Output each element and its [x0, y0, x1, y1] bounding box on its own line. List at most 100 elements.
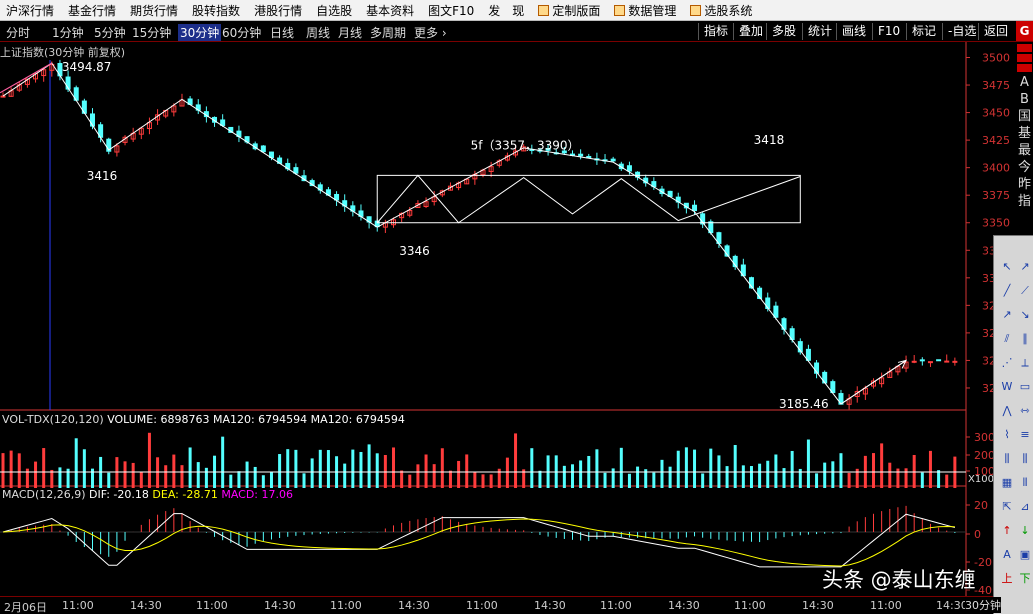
info-tab[interactable]: 今 — [1016, 159, 1033, 176]
candle-body — [944, 360, 950, 363]
volume-indicator-name: VOL-TDX(120,120) — [2, 413, 104, 426]
grid-icon[interactable]: ▦ — [998, 474, 1016, 492]
info-tab[interactable]: 基 — [1016, 125, 1033, 142]
volume-bar — [880, 443, 884, 488]
color-marker-icon — [1017, 54, 1032, 62]
volume-bar — [847, 472, 851, 488]
ray-icon[interactable]: ↗ — [1016, 258, 1033, 276]
candle-body — [89, 113, 95, 127]
volume-bar — [514, 433, 518, 488]
up-label-icon[interactable]: 上 — [998, 570, 1016, 588]
line-icon[interactable]: ╱ — [998, 282, 1016, 300]
down-label-icon[interactable]: 下 — [1016, 570, 1033, 588]
price-tick-label: 3400 — [982, 162, 1010, 175]
candle-body — [260, 145, 266, 153]
candle-body — [0, 95, 6, 98]
volume-bar — [1, 453, 5, 488]
volume-bar — [530, 448, 534, 488]
info-tab[interactable]: 昨 — [1016, 176, 1033, 193]
info-tab[interactable]: A — [1016, 74, 1033, 91]
volume-bar — [245, 461, 249, 488]
volume-bar — [107, 472, 111, 488]
curve-icon[interactable]: ⌇ — [998, 426, 1016, 444]
volume-bar — [619, 447, 623, 488]
volume-bar — [684, 447, 688, 488]
extend-icon[interactable]: ⇱ — [998, 498, 1016, 516]
volume-bar — [204, 467, 208, 488]
drawing-toolbox: ↖ ↗ ╱ ⟋ ↗ ↘ ⫽ ∥ ⋰ ⟂ W ▭ ⋀ ⇿ ⌇ ≡ ⫼ ⫼ ▦ ⫴ ⇱ ⊿ ↑ ↓ A ▣ 上下 — [993, 235, 1033, 614]
price-tick-label: 3450 — [982, 107, 1010, 120]
cursor-icon[interactable]: ↖ — [998, 258, 1016, 276]
macd-dea: DEA: -28.71 — [152, 488, 218, 501]
high-price-label: 3494.87 — [62, 60, 112, 74]
volume-bar — [237, 471, 241, 488]
box-icon[interactable]: ▣ — [1016, 546, 1033, 564]
volume-bar — [392, 447, 396, 488]
volume-bar — [375, 453, 379, 488]
text-icon[interactable]: A — [998, 546, 1016, 564]
volume-bar — [253, 466, 257, 488]
volume-bar — [58, 467, 62, 488]
trend-arrow-line — [840, 360, 907, 405]
peak-icon[interactable]: ⋀ — [998, 402, 1016, 420]
volume-bar — [139, 471, 143, 488]
volume-bar — [318, 449, 322, 488]
triangle-icon[interactable]: ⊿ — [1016, 498, 1033, 516]
volume-bar — [562, 465, 566, 488]
volume-bar — [603, 472, 607, 488]
volume-bar — [928, 450, 932, 488]
time-axis-label: 14:30 — [668, 599, 700, 612]
parallel-icon[interactable]: ∥ — [1016, 330, 1033, 348]
volume-ma2: MA120: 6794594 — [310, 413, 405, 426]
volume-bar — [261, 475, 265, 488]
volume-bar — [481, 474, 485, 488]
arrow-up-icon[interactable]: ↗ — [998, 306, 1016, 324]
down-mark-icon[interactable]: ↓ — [1016, 522, 1033, 540]
info-tab[interactable]: 国 — [1016, 108, 1033, 125]
volume-bar — [839, 453, 843, 488]
volume-bar — [229, 474, 233, 488]
info-tab[interactable]: 指 — [1016, 193, 1033, 210]
arrow-down-icon[interactable]: ↘ — [1016, 306, 1033, 324]
macd-tick-label: 20 — [974, 499, 988, 512]
fan-icon[interactable]: ⫴ — [1016, 474, 1033, 492]
volume-bar — [627, 473, 631, 488]
time-axis-label: 14:30 — [130, 599, 162, 612]
perp-icon[interactable]: ⟂ — [1016, 354, 1033, 372]
macd-value: MACD: 17.06 — [221, 488, 293, 501]
time-axis-label: 11:00 — [196, 599, 228, 612]
trend-icon[interactable]: ⋰ — [998, 354, 1016, 372]
cycle-icon[interactable]: ⫼ — [1016, 450, 1033, 468]
volume-bar — [180, 465, 184, 488]
fib-icon[interactable]: ≡ — [1016, 426, 1033, 444]
range-icon[interactable]: ⇿ — [1016, 402, 1033, 420]
pivot-label: 3418 — [754, 133, 785, 147]
volume-bar — [920, 472, 924, 488]
candle-body — [911, 360, 917, 363]
time-axis-label: 11:00 — [330, 599, 362, 612]
volume-bar — [278, 454, 282, 488]
volume-bar — [904, 468, 908, 488]
segment-icon[interactable]: ⟋ — [1016, 282, 1033, 300]
up-mark-icon[interactable]: ↑ — [998, 522, 1016, 540]
wave-icon[interactable]: W — [998, 378, 1016, 396]
pivot-label: 3346 — [399, 244, 430, 258]
volume-bar — [579, 460, 583, 488]
volume-bar — [457, 460, 461, 488]
macd-dif: DIF: -20.18 — [89, 488, 149, 501]
volume-bar — [888, 462, 892, 488]
rect-icon[interactable]: ▭ — [1016, 378, 1033, 396]
volume-bar — [782, 468, 786, 488]
channel-icon[interactable]: ⫽ — [998, 330, 1016, 348]
volume-bar — [945, 474, 949, 488]
volume-bar — [172, 454, 176, 488]
info-tab[interactable]: 最 — [1016, 142, 1033, 159]
time-axis-label: 11:00 — [870, 599, 902, 612]
watermark: 头条 @泰山东缠 — [822, 568, 976, 592]
info-tab[interactable]: B — [1016, 91, 1033, 108]
volume-bar — [359, 451, 363, 488]
candle-body — [952, 360, 958, 363]
candle-body — [626, 165, 632, 172]
candlestick-chart[interactable]: 3500347534503425340033753350332533003275… — [0, 0, 1033, 614]
gann-icon[interactable]: ⫼ — [998, 450, 1016, 468]
